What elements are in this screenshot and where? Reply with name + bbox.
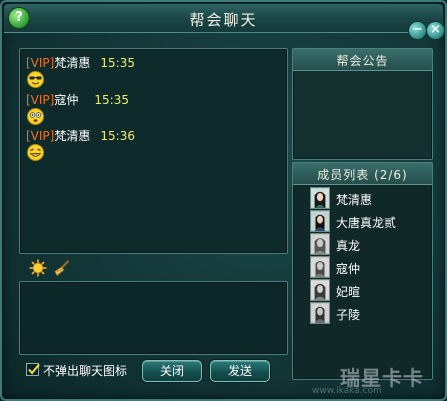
avatar (310, 256, 330, 278)
vip-tag: [VIP] (26, 93, 55, 107)
no-popup-checkbox[interactable] (26, 363, 40, 376)
guild-notice-panel: 帮会公告 (292, 48, 433, 160)
member-name: 子陵 (336, 308, 361, 322)
notice-title: 帮会公告 (336, 54, 389, 68)
chat-message: [VIP]寇仲 15:35 (26, 93, 129, 107)
guild-chat-window: ? 帮会聊天 − × [VIP]梵清惠 15:35 [VIP]寇仲 15:35 [V (0, 0, 447, 401)
avatar (310, 210, 330, 232)
members-header: 成员列表 (2/6) (293, 163, 432, 185)
minimize-button[interactable]: − (408, 21, 427, 40)
member-list-panel: 成员列表 (2/6) 梵清惠 大唐真龙贰 真龙 寇仲 妃暄 子陵 (292, 162, 433, 380)
vip-tag: [VIP] (26, 129, 55, 143)
close-button[interactable]: 关闭 (142, 360, 202, 382)
clear-broom-icon[interactable] (53, 259, 71, 277)
title-bar[interactable]: ? 帮会聊天 (4, 4, 443, 33)
no-popup-label[interactable]: 不弹出聊天图标 (43, 362, 127, 379)
sender-name[interactable]: 梵清惠 (54, 56, 90, 70)
sender-name[interactable]: 寇仲 (54, 93, 78, 107)
chat-message: [VIP]梵清惠 15:35 (26, 56, 135, 70)
chat-message: [VIP]梵清惠 15:36 (26, 129, 135, 143)
avatar (310, 279, 330, 301)
message-input[interactable] (19, 281, 288, 355)
dizzy-face-icon (27, 108, 44, 125)
window-title: 帮会聊天 (189, 11, 258, 29)
avatar (310, 187, 330, 209)
vip-tag: [VIP] (26, 56, 55, 70)
notice-header: 帮会公告 (293, 49, 432, 71)
emoticon-sun-icon[interactable] (29, 259, 47, 277)
member-name: 大唐真龙贰 (336, 216, 397, 230)
cool-face-icon (27, 71, 44, 88)
member-name: 妃暄 (336, 285, 361, 299)
close-window-button[interactable]: × (426, 21, 445, 40)
member-name: 寇仲 (336, 262, 361, 276)
sender-name[interactable]: 梵清惠 (54, 129, 90, 143)
send-button[interactable]: 发送 (210, 360, 270, 382)
watermark-url: www.ikaka.com (312, 386, 382, 396)
chat-log[interactable]: [VIP]梵清惠 15:35 [VIP]寇仲 15:35 [VIP]梵清惠 15:36 (19, 48, 288, 254)
message-time: 15:36 (100, 129, 135, 143)
member-name: 真龙 (336, 239, 361, 253)
message-time: 15:35 (100, 56, 135, 70)
message-time: 15:35 (94, 93, 129, 107)
avatar (310, 233, 330, 255)
checkmark-icon (28, 363, 40, 375)
member-name: 梵清惠 (336, 193, 373, 207)
members-title: 成员列表 (2/6) (317, 168, 408, 182)
avatar (310, 302, 330, 324)
grin-face-icon (27, 144, 44, 161)
